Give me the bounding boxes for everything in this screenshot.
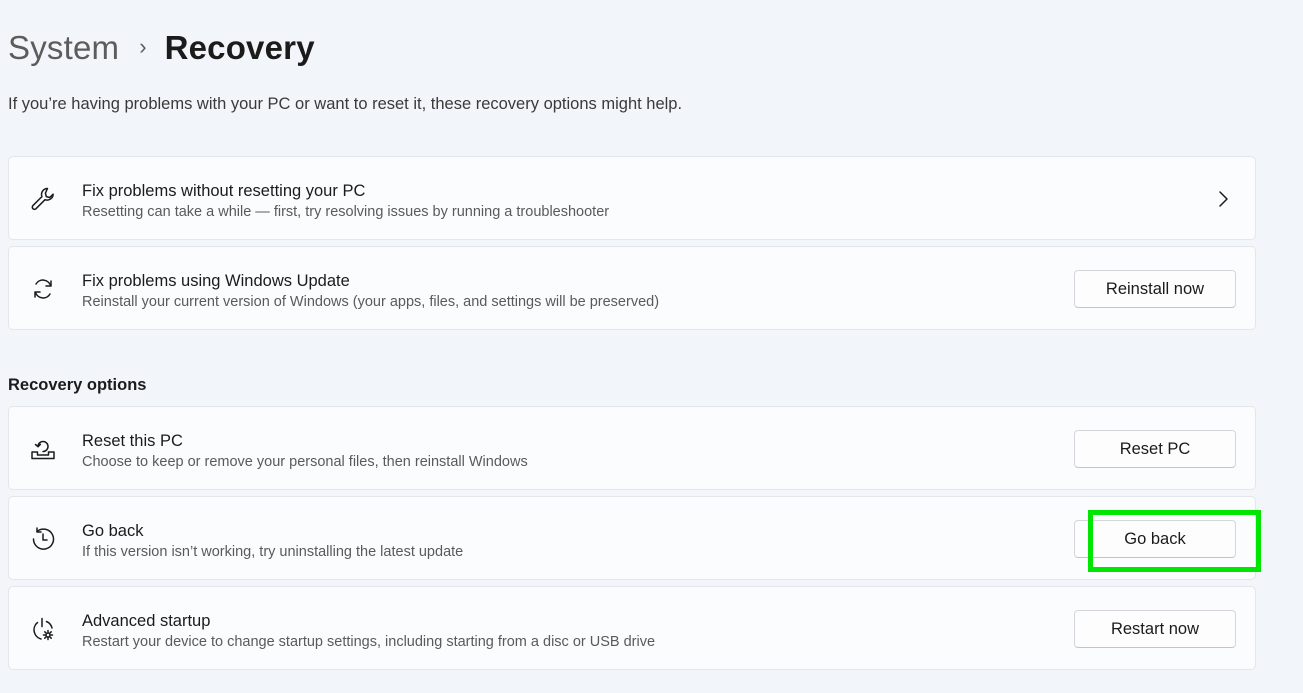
reset-pc-card: Reset this PC Choose to keep or remove y… [8,406,1256,490]
restart-now-button[interactable]: Restart now [1074,610,1236,648]
wrench-icon [29,185,57,213]
reset-pc-icon [29,435,57,463]
troubleshoot-title: Fix problems without resetting your PC [82,182,366,200]
advanced-startup-title: Advanced startup [82,612,211,630]
breadcrumb: System › Recovery [8,26,315,70]
breadcrumb-separator: › [139,34,147,59]
reset-pc-subtitle: Choose to keep or remove your personal f… [82,454,528,470]
windows-update-card: Fix problems using Windows Update Reinst… [8,246,1256,330]
page-title: Recovery [164,29,315,66]
go-back-title: Go back [82,522,144,540]
reset-pc-button[interactable]: Reset PC [1074,430,1236,468]
breadcrumb-system-link[interactable]: System [8,29,119,67]
advanced-startup-subtitle: Restart your device to change startup se… [82,634,656,650]
troubleshoot-subtitle: Resetting can take a while — first, try … [82,204,610,220]
go-back-card: Go back If this version isn’t working, t… [8,496,1256,580]
advanced-startup-icon [29,615,57,643]
refresh-icon [29,275,57,303]
recovery-options-heading: Recovery options [8,376,147,394]
go-back-button[interactable]: Go back [1074,520,1236,558]
reinstall-now-button[interactable]: Reinstall now [1074,270,1236,308]
windows-update-subtitle: Reinstall your current version of Window… [82,294,660,310]
troubleshoot-card[interactable]: Fix problems without resetting your PC R… [8,156,1256,240]
history-icon [29,525,57,553]
reset-pc-title: Reset this PC [82,432,183,450]
advanced-startup-card: Advanced startup Restart your device to … [8,586,1256,670]
go-back-subtitle: If this version isn’t working, try unins… [82,544,464,560]
windows-update-title: Fix problems using Windows Update [82,272,350,290]
page-description: If you’re having problems with your PC o… [8,95,683,113]
chevron-right-icon[interactable] [1213,187,1233,211]
